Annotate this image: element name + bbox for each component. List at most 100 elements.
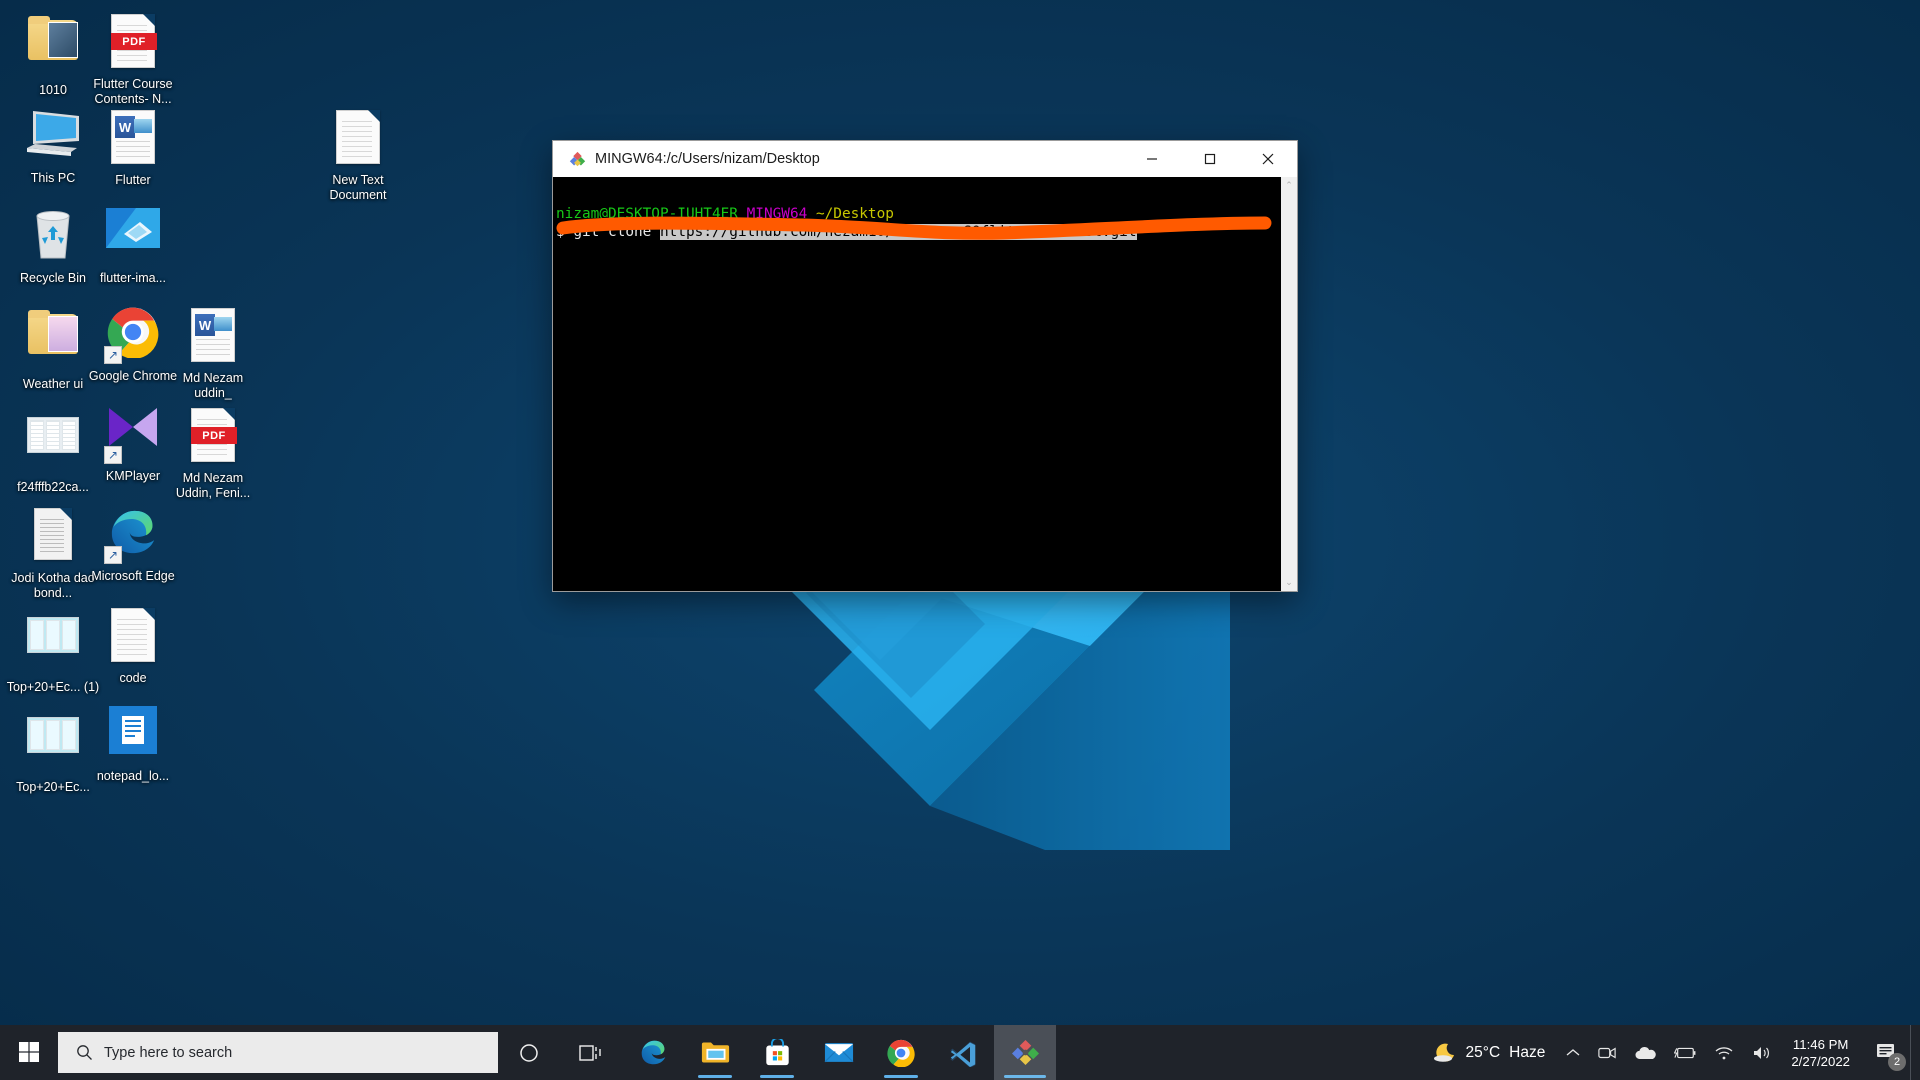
task-view-icon (579, 1044, 601, 1061)
clock-date: 2/27/2022 (1791, 1053, 1850, 1069)
desktop-icon-art (24, 108, 82, 166)
weather-temperature: 25°C (1465, 1043, 1501, 1061)
weather-widget[interactable]: 25°C Haze (1427, 1042, 1558, 1064)
onedrive-icon[interactable] (1625, 1025, 1665, 1080)
git-bash-icon (1011, 1039, 1039, 1066)
word-document-icon: W (111, 110, 155, 164)
kmplayer-icon (109, 408, 157, 446)
prompt-shell: MINGW64 (746, 206, 808, 222)
image-file-icon (106, 208, 160, 248)
recycle-bin-icon (36, 211, 70, 259)
minimize-button[interactable] (1123, 141, 1181, 177)
prompt-path: ~/Desktop (815, 206, 894, 222)
system-tray[interactable]: 25°C Haze 11:46 PM 2/27/2022 2 (1427, 1025, 1920, 1080)
show-desktop-button[interactable] (1910, 1025, 1920, 1080)
desktop-icon-label: notepad_lo... (96, 769, 170, 783)
desktop-icon-art (24, 417, 82, 475)
search-icon (77, 1045, 92, 1060)
desktop[interactable]: 1010 PDF Flutter Course Contents- N... This… (0, 0, 1920, 1080)
desktop-icon-art: W (184, 308, 242, 366)
shortcut-arrow-icon: ↗ (104, 346, 122, 364)
desktop-icon-art (329, 110, 387, 168)
desktop-icon-art: ↗ (104, 306, 162, 364)
taskbar-item-visual-studio-code[interactable] (932, 1025, 994, 1080)
clock[interactable]: 11:46 PM 2/27/2022 (1781, 1036, 1864, 1070)
volume-icon[interactable] (1743, 1025, 1781, 1080)
taskbar-item-mail[interactable] (808, 1025, 870, 1080)
this-pc-icon (27, 111, 79, 156)
meet-now-icon[interactable] (1589, 1025, 1625, 1080)
start-button[interactable] (0, 1025, 58, 1080)
desktop-icon-label: Md Nezam uddin_ (182, 371, 244, 400)
edge-icon (641, 1040, 665, 1065)
desktop-icon-art: PDF (104, 14, 162, 72)
desktop-icon-art: ↗ (104, 506, 162, 564)
show-hidden-icons-button[interactable] (1557, 1025, 1589, 1080)
word-document-icon: W (191, 308, 235, 362)
taskbar-item-cortana[interactable] (498, 1025, 560, 1080)
running-indicator (698, 1075, 732, 1078)
desktop-icon-label: Md Nezam Uddin, Feni... (175, 471, 251, 500)
taskbar-item-file-explorer[interactable] (684, 1025, 746, 1080)
desktop-icon-art (24, 208, 82, 266)
prompt-dollar: $ (556, 224, 565, 240)
desktop-icon[interactable]: PDF Md Nezam Uddin, Feni... (165, 406, 261, 501)
ui-mockup-icon (27, 717, 79, 753)
scroll-up-arrow[interactable]: ⌃ (1281, 177, 1297, 194)
mingw64-window[interactable]: MINGW64:/c/Users/nizam/Desktop nizam@DES… (553, 141, 1297, 591)
taskbar-item-task-view[interactable] (560, 1025, 622, 1080)
wifi-icon[interactable] (1705, 1025, 1743, 1080)
desktop-icon-art (104, 208, 162, 266)
desktop-icon[interactable]: ↗ Microsoft Edge (85, 506, 181, 584)
running-indicator (1004, 1075, 1046, 1078)
terminal-body[interactable]: nizam@DESKTOP-IUHT4ER MINGW64 ~/Desktop … (553, 177, 1297, 591)
desktop-icon[interactable]: PDF Flutter Course Contents- N... (85, 12, 181, 107)
folder-icon (28, 310, 78, 356)
action-center-button[interactable]: 2 (1864, 1025, 1910, 1080)
desktop-icon-art: ↗ (104, 406, 162, 464)
desktop-icon-label: Flutter Course Contents- N... (93, 77, 173, 106)
taskbar[interactable]: Type here to search 25°C Haze 11:46 PM 2… (0, 1025, 1920, 1080)
desktop-icon[interactable]: W Flutter (85, 108, 181, 188)
close-button[interactable] (1239, 141, 1297, 177)
taskbar-item-microsoft-edge[interactable] (622, 1025, 684, 1080)
desktop-icon[interactable]: W Md Nezam uddin_ (165, 306, 261, 401)
clock-time: 11:46 PM (1792, 1036, 1849, 1052)
taskbar-item-microsoft-store[interactable] (746, 1025, 808, 1080)
weather-condition: Haze (1509, 1043, 1546, 1061)
terminal-text: nizam@DESKTOP-IUHT4ER MINGW64 ~/Desktop … (556, 187, 1275, 259)
search-input[interactable]: Type here to search (58, 1032, 498, 1073)
prompt-user-host: nizam@DESKTOP-IUHT4ER (556, 206, 738, 222)
desktop-icon-art (24, 617, 82, 675)
desktop-icon[interactable]: notepad_lo... (85, 706, 181, 784)
desktop-icon-label: New Text Document (329, 173, 387, 202)
taskbar-item-git-bash[interactable] (994, 1025, 1056, 1080)
desktop-icon[interactable]: flutter-ima... (85, 208, 181, 286)
taskbar-item-google-chrome[interactable] (870, 1025, 932, 1080)
desktop-icon-art (24, 508, 82, 566)
vscode-icon (950, 1041, 976, 1067)
desktop-icon-art (24, 16, 82, 78)
battery-charging-icon[interactable] (1665, 1025, 1705, 1080)
desktop-icon-label: code (119, 671, 147, 685)
desktop-icon[interactable]: New Text Document (310, 108, 406, 203)
desktop-icon-label: Microsoft Edge (91, 569, 175, 583)
desktop-icon-art (24, 717, 82, 775)
moon-icon (1433, 1043, 1454, 1062)
desktop-icon-art (24, 310, 82, 372)
terminal-selected-url[interactable]: https://github.com/nezam10/Flutter-SQfli… (660, 224, 1137, 240)
ui-mockup-icon (27, 617, 79, 653)
running-indicator (760, 1075, 794, 1078)
desktop-icon-art: W (104, 110, 162, 168)
notification-badge: 2 (1888, 1053, 1906, 1071)
scroll-down-arrow[interactable]: ⌄ (1281, 574, 1297, 591)
window-title: MINGW64:/c/Users/nizam/Desktop (595, 151, 820, 167)
desktop-icon-art: PDF (184, 408, 242, 466)
window-controls[interactable] (1123, 141, 1297, 177)
search-placeholder: Type here to search (104, 1044, 233, 1061)
window-titlebar[interactable]: MINGW64:/c/Users/nizam/Desktop (553, 141, 1297, 177)
maximize-button[interactable] (1181, 141, 1239, 177)
desktop-icon[interactable]: code (85, 606, 181, 686)
circle-icon (520, 1043, 538, 1062)
terminal-scrollbar[interactable]: ⌃ ⌄ (1280, 177, 1297, 591)
